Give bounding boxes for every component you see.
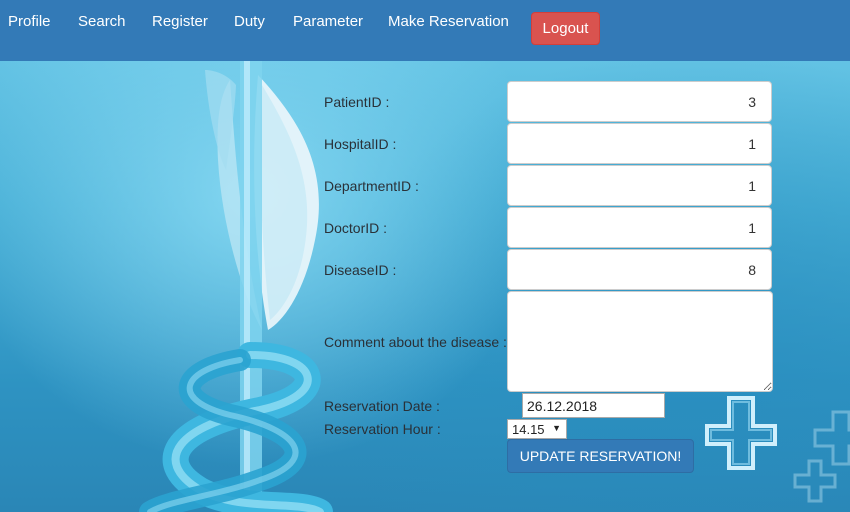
top-navbar: Profile Search Register Duty Parameter M…	[0, 0, 850, 61]
doctor-id-label: DoctorID :	[324, 220, 388, 236]
department-id-label: DepartmentID :	[324, 178, 419, 194]
nav-duty-link[interactable]: Duty	[234, 13, 265, 30]
hospital-id-label: HospitalID :	[324, 136, 397, 152]
hospital-id-input[interactable]	[507, 123, 772, 164]
comment-textarea[interactable]	[507, 291, 773, 392]
doctor-id-input[interactable]	[507, 207, 772, 248]
dropdown-arrow-icon: ▼	[552, 423, 561, 433]
patient-id-label: PatientID :	[324, 94, 390, 110]
faint-cross-decor	[793, 410, 850, 503]
disease-id-label: DiseaseID :	[324, 262, 397, 278]
serpent-shape	[139, 342, 333, 512]
logout-button[interactable]: Logout	[531, 12, 600, 45]
comment-label: Comment about the disease :	[324, 334, 507, 350]
nav-register-link[interactable]: Register	[152, 13, 208, 30]
reservation-hour-label: Reservation Hour :	[324, 421, 441, 437]
staff-shape	[240, 60, 262, 512]
nav-make-reservation-link[interactable]: Make Reservation	[388, 13, 509, 30]
nav-parameter-link[interactable]: Parameter	[293, 13, 363, 30]
reservation-date-input[interactable]	[522, 393, 665, 418]
disease-id-input[interactable]	[507, 249, 772, 290]
department-id-input[interactable]	[507, 165, 772, 206]
reservation-date-label: Reservation Date :	[324, 398, 440, 414]
patient-id-input[interactable]	[507, 81, 772, 122]
nav-profile-link[interactable]: Profile	[8, 13, 51, 30]
reservation-hour-value: 14.15	[512, 422, 545, 437]
reservation-hour-select[interactable]: 14.15 ▼	[507, 419, 567, 439]
update-reservation-button[interactable]: UPDATE RESERVATION!	[507, 439, 694, 473]
nav-search-link[interactable]: Search	[78, 13, 126, 30]
